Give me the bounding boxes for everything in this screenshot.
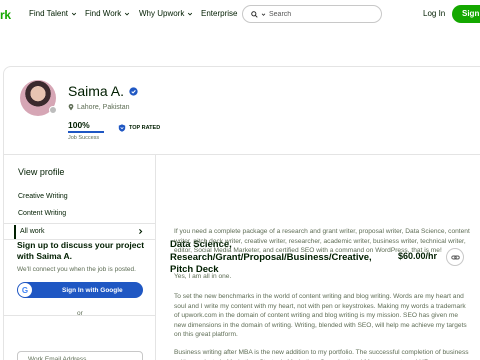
sidebar-item-content-writing[interactable]: Content Writing — [18, 210, 66, 217]
upwork-logo[interactable]: rk — [0, 8, 11, 22]
job-success-bar-fill — [68, 131, 104, 133]
job-description-paragraph: Business writing after MBA is the new ad… — [174, 349, 469, 360]
nav-find-work-label: Find Work — [85, 9, 122, 18]
job-description-paragraph: Yes, I am all in one. — [174, 273, 232, 280]
job-success-bar — [68, 131, 104, 133]
search-input[interactable] — [269, 10, 359, 18]
search-bar[interactable] — [242, 5, 382, 23]
nav-why-upwork[interactable]: Why Upwork — [139, 9, 193, 18]
top-rated-shield-icon — [118, 124, 126, 132]
google-signin-button[interactable]: G Sign In with Google — [17, 282, 143, 298]
search-icon — [251, 10, 258, 18]
profile-header: Saima A. Lahore, Pakistan 100% Job Succe… — [4, 67, 480, 155]
sidebar-item-all-work-label: All work — [20, 228, 45, 235]
login-link[interactable]: Log In — [423, 9, 445, 18]
nav-find-talent[interactable]: Find Talent — [29, 9, 77, 18]
google-g-icon: G — [18, 283, 32, 297]
signup-button[interactable]: Sign — [452, 5, 480, 23]
chevron-down-icon — [71, 12, 77, 15]
chevron-down-icon — [188, 12, 193, 15]
job-description-paragraph: If you need a complete package of a rese… — [174, 228, 470, 254]
profile-card: Saima A. Lahore, Pakistan 100% Job Succe… — [3, 66, 480, 360]
top-navbar: rk Find Talent Find Work Why Upwork Ente… — [0, 0, 480, 30]
sidebar-item-all-work[interactable]: All work — [14, 225, 144, 239]
view-profile-heading: View profile — [18, 167, 65, 177]
online-status-dot — [49, 106, 57, 114]
profile-name-text: Saima A. — [68, 83, 125, 99]
chevron-down-icon — [261, 12, 266, 16]
nav-find-work[interactable]: Find Work — [85, 9, 130, 18]
or-separator: or — [77, 310, 83, 317]
sidebar-item-creative-writing[interactable]: Creative Writing — [18, 193, 68, 200]
signup-note: We'll connect you when the job is posted… — [17, 266, 136, 273]
verified-check-icon — [129, 86, 138, 96]
email-field[interactable] — [17, 351, 143, 360]
job-success-percent: 100% — [68, 120, 90, 130]
job-description-paragraph: To set the new benchmarks in the world o… — [174, 293, 467, 338]
location-pin-icon — [68, 104, 74, 111]
avatar — [20, 80, 57, 116]
divider — [4, 223, 156, 224]
top-rated-badge: TOP RATED — [118, 124, 160, 132]
chevron-down-icon — [125, 12, 130, 15]
nav-find-talent-label: Find Talent — [29, 9, 68, 18]
nav-why-upwork-label: Why Upwork — [139, 9, 185, 18]
google-signin-label: Sign In with Google — [62, 286, 123, 294]
top-rated-text: TOP RATED — [129, 125, 161, 131]
nav-enterprise-label: Enterprise — [201, 9, 238, 18]
profile-name: Saima A. — [68, 83, 138, 99]
job-success-label: Job Success — [68, 135, 100, 141]
signup-title: Sign up to discuss your project with Sai… — [17, 240, 145, 261]
profile-location: Lahore, Pakistan — [68, 104, 130, 111]
location-text: Lahore, Pakistan — [77, 104, 130, 111]
nav-enterprise[interactable]: Enterprise — [201, 9, 237, 18]
chevron-right-icon — [139, 229, 143, 234]
